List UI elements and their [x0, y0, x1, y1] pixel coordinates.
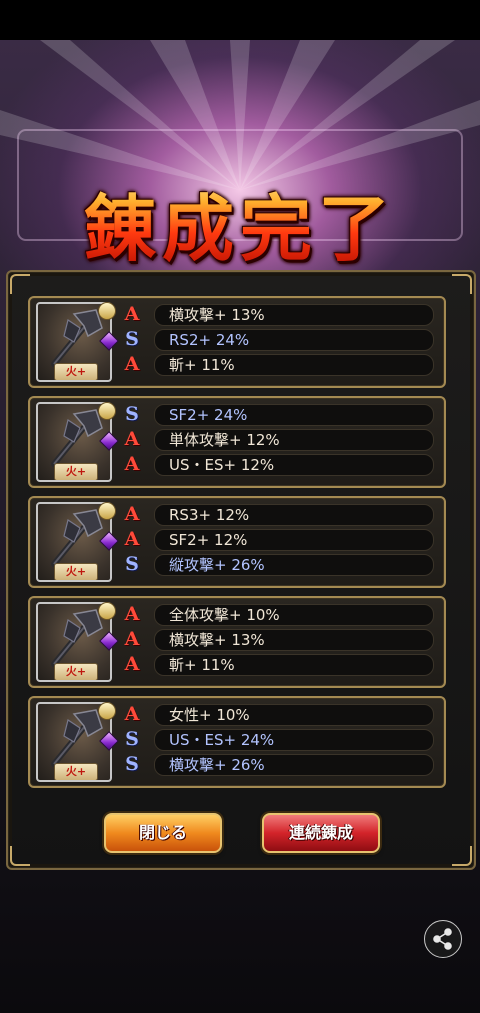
weapon-type-icon [98, 602, 116, 620]
stat-text: RS3+ 12% [169, 506, 250, 524]
result-card: 火+ S SF2+ 24% A 単体攻撃+ 12% A US・ES+ 12% [28, 396, 446, 488]
stat-row: S 縦攻撃+ 26% [122, 553, 434, 576]
stat-row: S RS2+ 24% [122, 328, 434, 351]
element-badge: 火+ [54, 663, 98, 680]
result-card: 火+ A 横攻撃+ 13% S RS2+ 24% A 斬+ 11% [28, 296, 446, 388]
stat-bar: 斬+ 11% [154, 654, 434, 676]
result-card: 火+ A 全体攻撃+ 10% A 横攻撃+ 13% A 斬+ 11% [28, 596, 446, 688]
result-card: 火+ A RS3+ 12% A SF2+ 12% S 縦攻撃+ 26% [28, 496, 446, 588]
weapon-type-icon [98, 502, 116, 520]
stat-row: S 横攻撃+ 26% [122, 753, 434, 776]
status-bar [0, 0, 480, 40]
stat-grade-icon: A [124, 603, 140, 625]
stat-bar: 女性+ 10% [154, 704, 434, 726]
stat-bar: US・ES+ 12% [154, 454, 434, 476]
stat-row: A 全体攻撃+ 10% [122, 603, 434, 626]
close-button[interactable]: 閉じる [104, 813, 222, 853]
corner-ornament [10, 274, 30, 294]
stat-text: 横攻撃+ 13% [169, 631, 265, 649]
stat-grade-icon: A [124, 453, 140, 475]
weapon-type-icon [98, 402, 116, 420]
stat-grade-icon: S [125, 753, 139, 775]
axe-icon [51, 609, 103, 667]
element-badge: 火+ [54, 563, 98, 580]
stat-text: 縦攻撃+ 26% [169, 556, 265, 574]
corner-ornament [452, 274, 472, 294]
stat-bar: 単体攻撃+ 12% [154, 429, 434, 451]
stat-text: 女性+ 10% [169, 706, 250, 724]
stat-grade-icon: A [124, 528, 140, 550]
stat-row: A US・ES+ 12% [122, 453, 434, 476]
stat-row: A SF2+ 12% [122, 528, 434, 551]
stat-row: S SF2+ 24% [122, 403, 434, 426]
stat-row: A 斬+ 11% [122, 653, 434, 676]
stat-grade-icon: S [125, 728, 139, 750]
title-banner: 錬成完了 [0, 170, 480, 275]
stat-text: 斬+ 11% [169, 356, 235, 374]
stat-bar: SF2+ 24% [154, 404, 434, 426]
stat-row: A 横攻撃+ 13% [122, 303, 434, 326]
stat-text: US・ES+ 12% [169, 456, 275, 474]
stat-grade-icon: A [124, 703, 140, 725]
stat-grade-icon: S [125, 328, 139, 350]
stat-grade-icon: S [125, 553, 139, 575]
corner-ornament [10, 846, 30, 866]
stat-text: 全体攻撃+ 10% [169, 606, 280, 624]
stat-bar: RS3+ 12% [154, 504, 434, 526]
stat-bar: 斬+ 11% [154, 354, 434, 376]
share-icon [433, 928, 452, 950]
stat-grade-icon: A [124, 628, 140, 650]
weapon-type-icon [98, 302, 116, 320]
stat-text: 横攻撃+ 13% [169, 306, 265, 324]
stat-row: A 単体攻撃+ 12% [122, 428, 434, 451]
stat-row: A 斬+ 11% [122, 353, 434, 376]
stat-grade-icon: A [124, 503, 140, 525]
stat-bar: US・ES+ 24% [154, 729, 434, 751]
stat-text: RS2+ 24% [169, 331, 250, 349]
stat-text: 単体攻撃+ 12% [169, 431, 280, 449]
stat-bar: 横攻撃+ 13% [154, 304, 434, 326]
stat-grade-icon: A [124, 428, 140, 450]
stat-text: SF2+ 12% [169, 531, 248, 549]
stat-text: US・ES+ 24% [169, 731, 275, 749]
stat-grade-icon: A [124, 653, 140, 675]
stat-grade-icon: A [124, 353, 140, 375]
stat-text: SF2+ 24% [169, 406, 248, 424]
stat-row: A 女性+ 10% [122, 703, 434, 726]
axe-icon [51, 509, 103, 567]
stat-row: S US・ES+ 24% [122, 728, 434, 751]
axe-icon [51, 409, 103, 467]
stat-bar: 横攻撃+ 13% [154, 629, 434, 651]
stat-bar: RS2+ 24% [154, 329, 434, 351]
stat-row: A 横攻撃+ 13% [122, 628, 434, 651]
stat-grade-icon: A [124, 303, 140, 325]
continue-refine-button[interactable]: 連続錬成 [262, 813, 380, 853]
stat-bar: SF2+ 12% [154, 529, 434, 551]
stat-bar: 全体攻撃+ 10% [154, 604, 434, 626]
result-card: 火+ A 女性+ 10% S US・ES+ 24% S 横攻撃+ 26% [28, 696, 446, 788]
corner-ornament [452, 846, 472, 866]
stat-bar: 横攻撃+ 26% [154, 754, 434, 776]
element-badge: 火+ [54, 763, 98, 780]
share-button[interactable] [424, 920, 462, 958]
axe-icon [51, 709, 103, 767]
stat-bar: 縦攻撃+ 26% [154, 554, 434, 576]
stat-grade-icon: S [125, 403, 139, 425]
stat-text: 斬+ 11% [169, 656, 235, 674]
stat-text: 横攻撃+ 26% [169, 756, 265, 774]
axe-icon [51, 309, 103, 367]
weapon-type-icon [98, 702, 116, 720]
element-badge: 火+ [54, 363, 98, 380]
element-badge: 火+ [54, 463, 98, 480]
stat-row: A RS3+ 12% [122, 503, 434, 526]
